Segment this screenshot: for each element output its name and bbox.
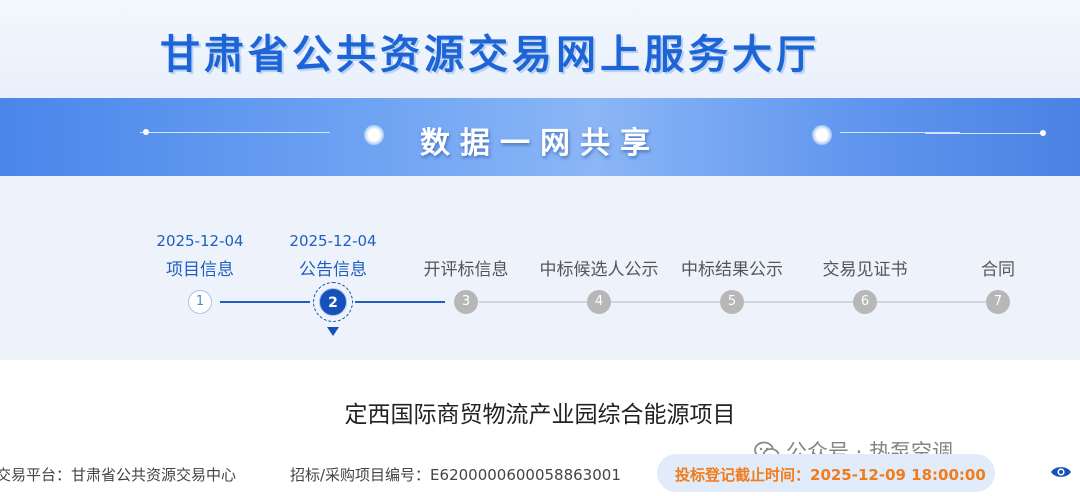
progress-timeline: 2025-12-04 项目信息 1 2025-12-04 公告信息 2 开评标信… — [0, 176, 1080, 360]
step-date: 2025-12-04 — [289, 232, 377, 250]
deadline-text: 投标登记截止时间：2025-12-09 18:00:00 — [675, 466, 986, 484]
step-label: 开评标信息 — [423, 260, 509, 280]
project-code: 招标/采购项目编号：E6200000600058863001 — [290, 466, 621, 484]
step-number: 2 — [319, 288, 347, 316]
step-number: 4 — [587, 290, 611, 314]
banner-slogan: 数据一网共享 — [420, 126, 660, 161]
step-number: 7 — [986, 290, 1010, 314]
site-header: 甘肃省公共资源交易网上服务大厅 — [0, 0, 1080, 98]
progress-track-complete — [220, 301, 310, 303]
trading-platform: 交易平台：甘肃省公共资源交易中心 — [0, 466, 237, 484]
step-number: 6 — [853, 290, 877, 314]
step-number: 1 — [188, 290, 212, 314]
step-label: 合同 — [981, 260, 1015, 280]
step-number: 3 — [454, 290, 478, 314]
site-title: 甘肃省公共资源交易网上服务大厅 — [160, 31, 820, 78]
progress-track-complete — [355, 301, 445, 303]
step-label: 公告信息 — [299, 260, 367, 280]
banner: 数据一网共享 — [0, 98, 1080, 176]
active-step-pointer-icon — [327, 327, 339, 336]
project-title: 定西国际商贸物流产业园综合能源项目 — [344, 402, 736, 428]
project-detail: 定西国际商贸物流产业园综合能源项目 公众号 · 热泵空调 交易平台：甘肃省公共资… — [0, 360, 1080, 496]
step-label: 项目信息 — [166, 260, 234, 280]
step-label: 中标结果公示 — [681, 260, 783, 280]
step-label: 中标候选人公示 — [539, 260, 659, 280]
step-label: 交易见证书 — [822, 260, 908, 280]
step-number: 5 — [720, 290, 744, 314]
eye-icon[interactable] — [1050, 464, 1072, 480]
deadline-badge: 投标登记截止时间：2025-12-09 18:00:00 — [657, 454, 995, 492]
step-date: 2025-12-04 — [156, 232, 244, 250]
